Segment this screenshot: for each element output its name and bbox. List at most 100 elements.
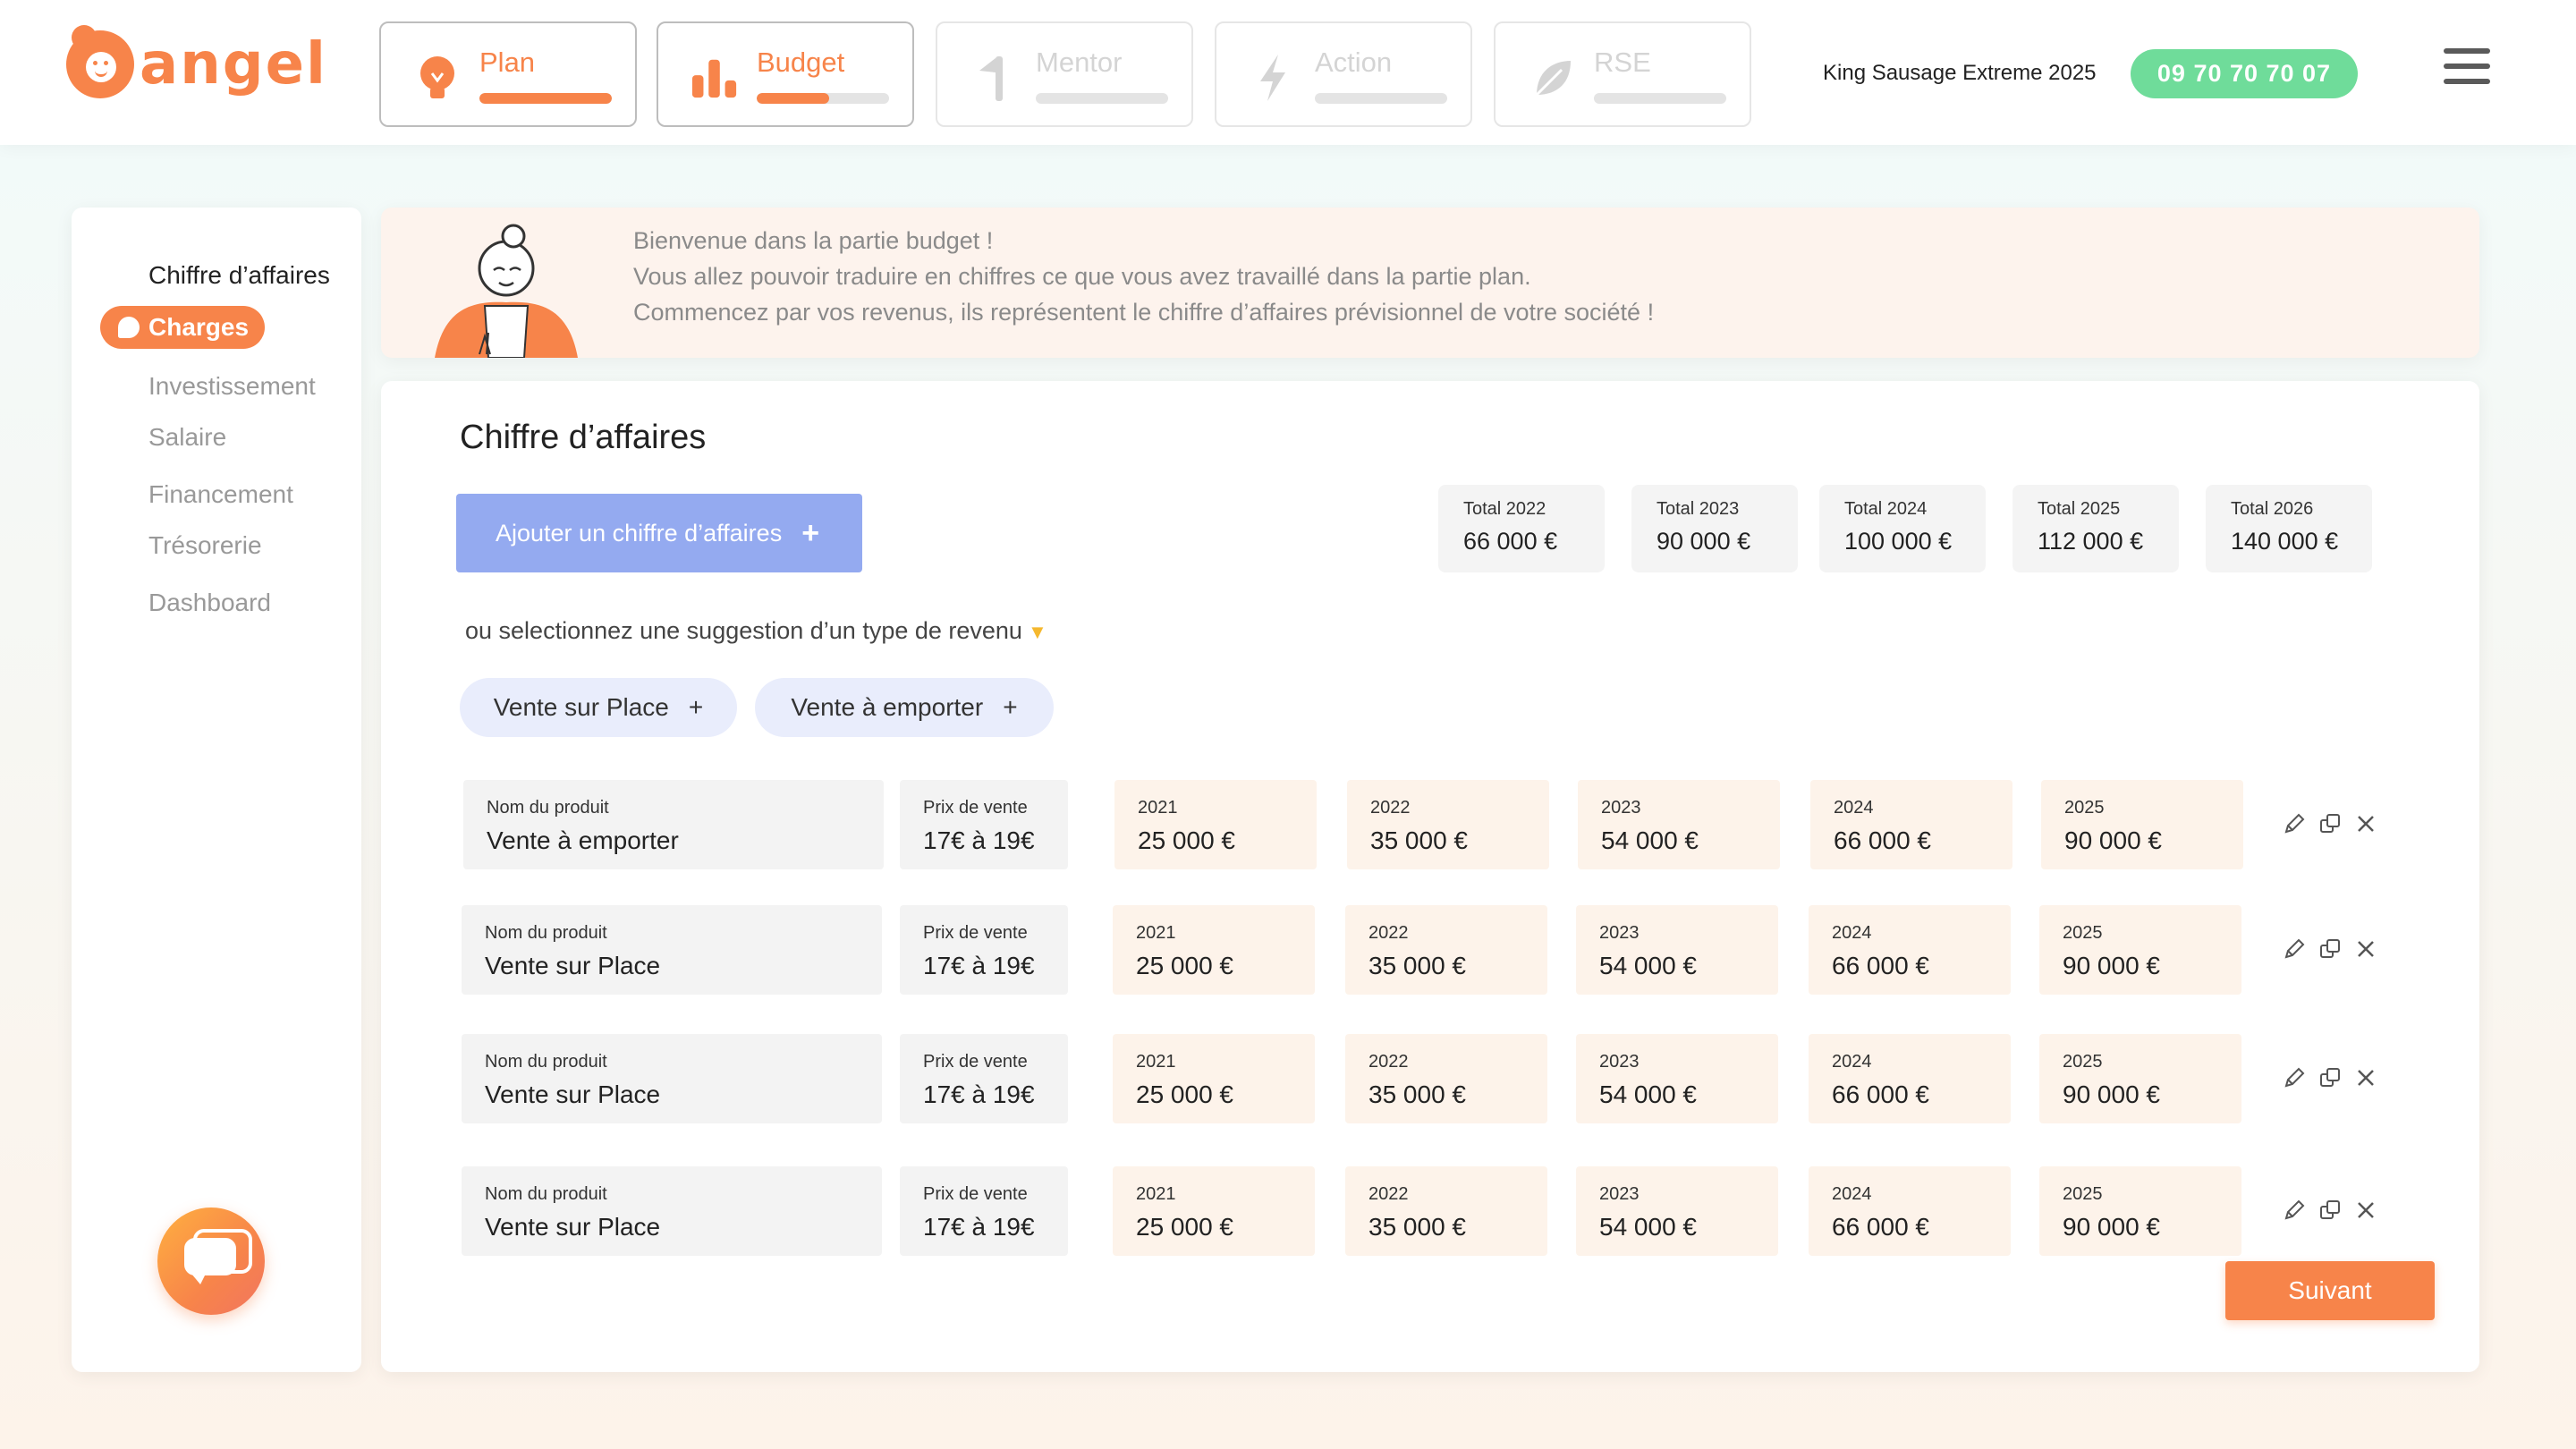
field-label: 2022 xyxy=(1368,1052,1409,1072)
next-button[interactable]: Suivant xyxy=(2225,1261,2435,1320)
year-2022-field[interactable]: 2022 35 000 € xyxy=(1345,1034,1547,1123)
sidebar-item-salaire[interactable]: Salaire xyxy=(148,423,226,452)
edit-icon[interactable] xyxy=(2283,812,2306,835)
field-label: 2025 xyxy=(2063,1184,2103,1204)
field-value: 17€ à 19€ xyxy=(923,1213,1035,1241)
field-label: 2021 xyxy=(1136,1184,1176,1204)
tab-plan-label: Plan xyxy=(479,47,536,78)
price-field[interactable]: Prix de vente 17€ à 19€ xyxy=(900,1034,1068,1123)
sidebar-item-dashboard[interactable]: Dashboard xyxy=(148,589,271,617)
add-revenue-label: Ajouter un chiffre d’affaires xyxy=(496,519,783,547)
tab-action[interactable]: Action xyxy=(1215,21,1472,127)
field-label: 2022 xyxy=(1368,1184,1409,1204)
leaf-icon xyxy=(1528,54,1576,102)
year-2025-field[interactable]: 2025 90 000 € xyxy=(2039,905,2241,995)
edit-icon[interactable] xyxy=(2283,937,2306,961)
field-value: 66 000 € xyxy=(1832,1080,1929,1108)
duplicate-icon[interactable] xyxy=(2318,812,2342,835)
tab-budget-progress xyxy=(757,93,889,104)
year-2021-field[interactable]: 2021 25 000 € xyxy=(1114,780,1317,869)
angel-logo-mark xyxy=(66,25,134,98)
sidebar-item-chiffre-affaires[interactable]: Chiffre d’affaires xyxy=(148,261,330,290)
tab-budget[interactable]: Budget xyxy=(657,21,914,127)
delete-icon[interactable] xyxy=(2354,1066,2377,1089)
product-name-field[interactable]: Nom du produit Vente sur Place xyxy=(462,1166,882,1256)
field-value: Vente sur Place xyxy=(485,1080,661,1108)
year-2025-field[interactable]: 2025 90 000 € xyxy=(2039,1034,2241,1123)
field-label: Prix de vente xyxy=(923,1052,1028,1072)
revenue-row: Nom du produit Vente sur Place Prix de v… xyxy=(381,1034,2479,1123)
year-2021-field[interactable]: 2021 25 000 € xyxy=(1113,905,1315,995)
field-value: 25 000 € xyxy=(1136,952,1233,979)
delete-icon[interactable] xyxy=(2354,1199,2377,1222)
sidebar-item-investissement[interactable]: Investissement xyxy=(148,372,316,401)
duplicate-icon[interactable] xyxy=(2318,1199,2342,1222)
field-value: Vente à emporter xyxy=(487,826,679,854)
field-label: 2022 xyxy=(1370,798,1411,818)
field-value: 17€ à 19€ xyxy=(923,1080,1035,1108)
year-2024-field[interactable]: 2024 66 000 € xyxy=(1809,905,2011,995)
delete-icon[interactable] xyxy=(2354,812,2377,835)
product-name-field[interactable]: Nom du produit Vente sur Place xyxy=(462,905,882,995)
year-2023-field[interactable]: 2023 54 000 € xyxy=(1576,905,1778,995)
field-label: 2025 xyxy=(2063,923,2103,943)
total-value: 66 000 € xyxy=(1463,528,1558,555)
tab-rse[interactable]: RSE xyxy=(1494,21,1751,127)
field-label: Nom du produit xyxy=(485,923,607,943)
year-2023-field[interactable]: 2023 54 000 € xyxy=(1578,780,1780,869)
plus-icon: + xyxy=(688,693,704,721)
field-label: Nom du produit xyxy=(485,1052,607,1072)
revenue-row: Nom du produit Vente sur Place Prix de v… xyxy=(381,905,2479,995)
year-2025-field[interactable]: 2025 90 000 € xyxy=(2041,780,2243,869)
edit-icon[interactable] xyxy=(2283,1066,2306,1089)
year-2025-field[interactable]: 2025 90 000 € xyxy=(2039,1166,2241,1256)
year-2024-field[interactable]: 2024 66 000 € xyxy=(1809,1166,2011,1256)
sidebar-item-charges[interactable]: Charges xyxy=(100,306,265,349)
year-2022-field[interactable]: 2022 35 000 € xyxy=(1347,780,1549,869)
year-2023-field[interactable]: 2023 54 000 € xyxy=(1576,1166,1778,1256)
phone-button[interactable]: 09 70 70 70 07 xyxy=(2131,49,2358,98)
field-label: 2024 xyxy=(1834,798,1874,818)
row-actions xyxy=(2283,937,2377,961)
hamburger-menu-icon[interactable] xyxy=(2444,48,2492,93)
suggestion-prompt: ou selectionnez une suggestion d’un type… xyxy=(465,617,1047,645)
company-name: King Sausage Extreme 2025 xyxy=(1823,61,2097,85)
suggestion-chip-vente-a-emporter[interactable]: Vente à emporter + xyxy=(755,678,1054,737)
product-name-field[interactable]: Nom du produit Vente sur Place xyxy=(462,1034,882,1123)
angel-logo[interactable]: angel xyxy=(66,25,327,102)
price-field[interactable]: Prix de vente 17€ à 19€ xyxy=(900,905,1068,995)
add-revenue-button[interactable]: Ajouter un chiffre d’affaires + xyxy=(456,494,862,572)
duplicate-icon[interactable] xyxy=(2318,937,2342,961)
tab-mentor[interactable]: Mentor xyxy=(936,21,1193,127)
year-2021-field[interactable]: 2021 25 000 € xyxy=(1113,1166,1315,1256)
edit-icon[interactable] xyxy=(2283,1199,2306,1222)
price-field[interactable]: Prix de vente 17€ à 19€ xyxy=(900,780,1068,869)
field-value: 54 000 € xyxy=(1601,826,1699,854)
tab-plan-progress xyxy=(479,93,612,104)
duplicate-icon[interactable] xyxy=(2318,1066,2342,1089)
row-actions xyxy=(2283,1066,2377,1089)
year-2024-field[interactable]: 2024 66 000 € xyxy=(1810,780,2012,869)
tab-plan[interactable]: Plan xyxy=(379,21,637,127)
year-2023-field[interactable]: 2023 54 000 € xyxy=(1576,1034,1778,1123)
page-title: Chiffre d’affaires xyxy=(460,419,707,456)
field-label: 2022 xyxy=(1368,923,1409,943)
suggestion-chip-label: Vente à emporter xyxy=(791,693,984,721)
sidebar-item-tresorerie[interactable]: Trésorerie xyxy=(148,531,262,560)
field-label: 2025 xyxy=(2063,1052,2103,1072)
total-label: Total 2023 xyxy=(1657,499,1740,519)
suggestion-chip-vente-sur-place[interactable]: Vente sur Place + xyxy=(460,678,737,737)
delete-icon[interactable] xyxy=(2354,937,2377,961)
lightbulb-icon xyxy=(413,54,462,102)
field-value: Vente sur Place xyxy=(485,952,661,979)
suggestion-prompt-text: ou selectionnez une suggestion d’un type… xyxy=(465,617,1022,644)
year-2021-field[interactable]: 2021 25 000 € xyxy=(1113,1034,1315,1123)
year-2022-field[interactable]: 2022 35 000 € xyxy=(1345,905,1547,995)
sidebar-item-financement[interactable]: Financement xyxy=(148,480,293,509)
product-name-field[interactable]: Nom du produit Vente à emporter xyxy=(463,780,884,869)
year-2024-field[interactable]: 2024 66 000 € xyxy=(1809,1034,2011,1123)
price-field[interactable]: Prix de vente 17€ à 19€ xyxy=(900,1166,1068,1256)
row-actions xyxy=(2283,812,2377,835)
year-2022-field[interactable]: 2022 35 000 € xyxy=(1345,1166,1547,1256)
chat-button[interactable] xyxy=(157,1208,265,1315)
